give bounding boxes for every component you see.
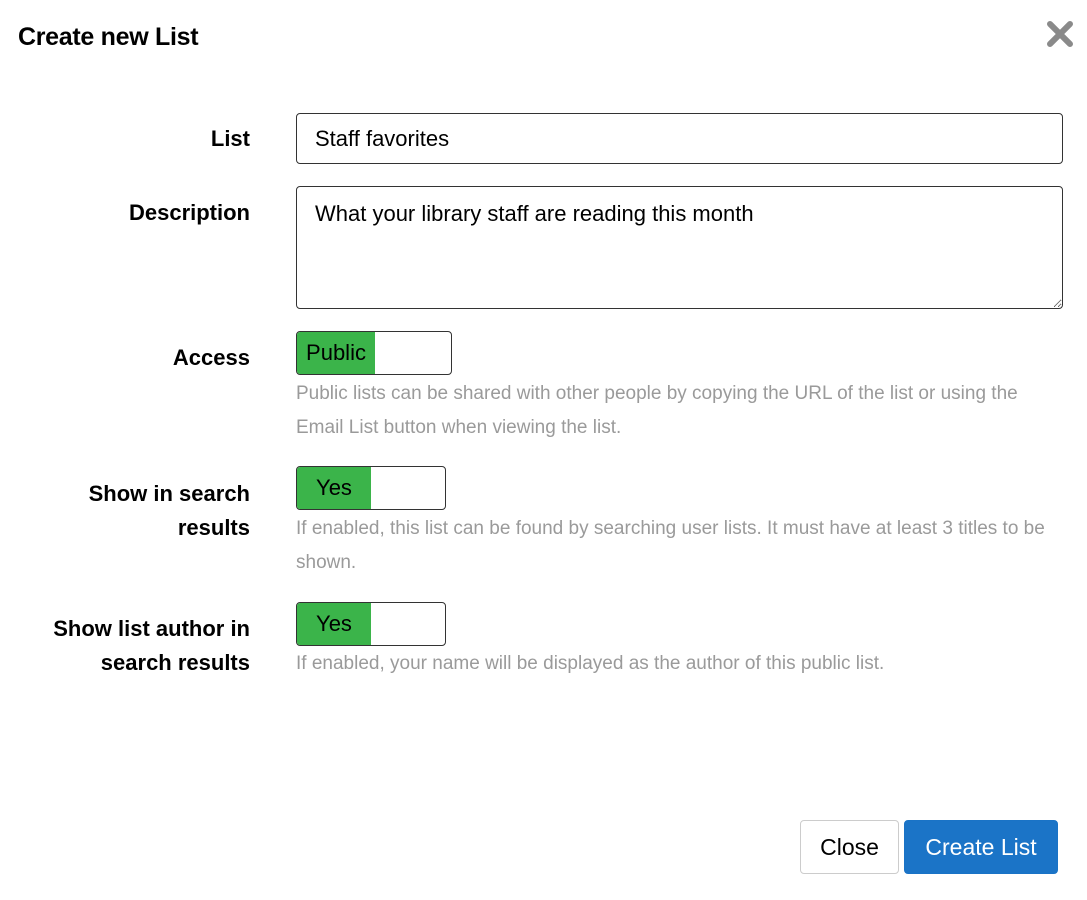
show-author-toggle[interactable]: Yes	[296, 602, 446, 646]
show-in-search-toggle[interactable]: Yes	[296, 466, 446, 510]
list-label: List	[210, 126, 250, 151]
show-author-label-line2: search results	[100, 650, 250, 675]
create-list-dialog: Create new List List Description What yo…	[0, 0, 1087, 900]
show-author-help-text: If enabled, your name will be displayed …	[296, 653, 885, 674]
access-toggle-on-label: Public	[297, 332, 375, 374]
close-button[interactable]: Close	[800, 820, 899, 874]
show-in-search-label-line2: results	[177, 515, 250, 540]
description-textarea[interactable]: What your library staff are reading this…	[296, 186, 1063, 309]
list-name-input[interactable]	[296, 113, 1063, 164]
access-toggle[interactable]: Public	[296, 331, 452, 375]
dialog-title: Create new List	[18, 23, 199, 51]
access-label: Access	[172, 345, 250, 370]
show-in-search-toggle-on-label: Yes	[297, 467, 371, 509]
show-author-label-line1: Show list author in	[53, 616, 250, 641]
close-icon[interactable]	[1042, 14, 1078, 52]
access-help-text: Public lists can be shared with other pe…	[296, 383, 1018, 438]
description-label: Description	[128, 200, 250, 225]
show-in-search-label-line1: Show in search	[88, 481, 250, 506]
show-in-search-help-text: If enabled, this list can be found by se…	[296, 518, 1045, 573]
show-author-toggle-on-label: Yes	[297, 603, 371, 645]
create-list-button[interactable]: Create List	[904, 820, 1058, 874]
